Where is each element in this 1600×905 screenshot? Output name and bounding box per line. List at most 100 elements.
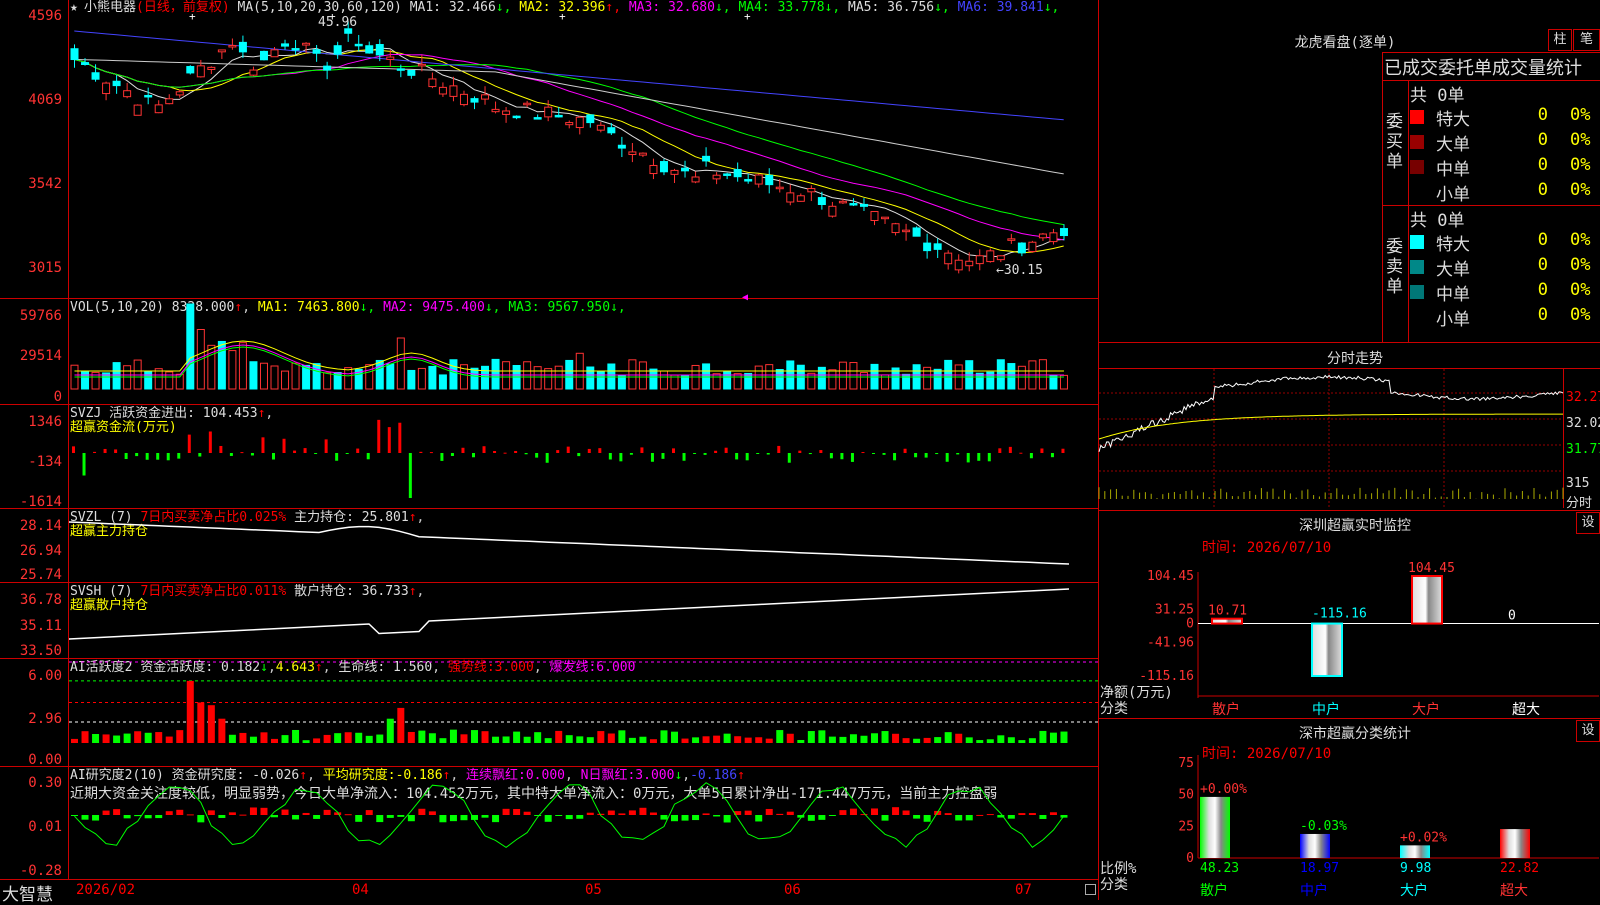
research-bar: [418, 808, 426, 815]
candle-body: [859, 203, 868, 207]
candle-body: [238, 41, 247, 53]
volume-bar: [533, 366, 542, 390]
flow-bar: [598, 448, 602, 453]
active-bar: [1007, 737, 1015, 743]
lhb-title: 龙虎看盘(逐单): [1294, 35, 1396, 51]
research-bar: [544, 815, 552, 822]
flow-bar: [293, 450, 297, 453]
settings-button-2[interactable]: 设: [1576, 720, 1600, 742]
active-bar: [344, 732, 352, 743]
active-bar: [271, 738, 278, 743]
candle-body: [975, 255, 984, 265]
scroll-lock-icon[interactable]: [1085, 884, 1096, 895]
research-bar: [460, 815, 468, 821]
flow-bar: [861, 452, 865, 454]
intraday-chart[interactable]: [1098, 369, 1564, 509]
volume-bar: [291, 362, 300, 390]
research-bar: [628, 810, 636, 815]
order-tabs[interactable]: 已成交委托单成交量统计: [1384, 54, 1582, 80]
research-bar: [765, 808, 773, 815]
ai-research-chart[interactable]: [69, 767, 1098, 879]
candle-body: [438, 86, 447, 95]
volume-bar: [323, 372, 332, 390]
ss-stats-chart[interactable]: 75 50 25 0 +0.00% 48.23 散户 -0.03% 18.97 中户 +0.02% 9…: [1099, 755, 1600, 900]
tick-mode-button[interactable]: 笔: [1573, 29, 1600, 51]
buy-swatch-2: [1410, 135, 1424, 149]
volume-chart[interactable]: [69, 299, 1098, 404]
research-bar: [839, 810, 847, 815]
candle-body: [1028, 241, 1037, 252]
bar-mode-button[interactable]: 柱: [1548, 29, 1572, 51]
active-bar: [197, 702, 205, 743]
ss-bar-4: [1500, 829, 1530, 858]
high-mark: 45.96: [318, 15, 358, 30]
volume-bar: [1049, 375, 1058, 390]
research-bar: [986, 814, 994, 816]
active-bar: [481, 731, 489, 743]
research-bar: [228, 812, 236, 815]
flow-bar: [450, 453, 454, 457]
candle-body: [333, 45, 342, 55]
active-bar: [471, 730, 478, 743]
flow-bar: [503, 452, 507, 454]
svzj-chart[interactable]: [69, 405, 1098, 508]
research-bar: [365, 810, 373, 815]
research-bar: [671, 815, 678, 822]
candle-body: [881, 216, 890, 220]
flow-bar: [103, 448, 107, 453]
buy-count-1: 0: [1537, 105, 1548, 125]
active-bar: [228, 734, 236, 743]
active-bar: [355, 732, 363, 743]
research-bar: [828, 815, 836, 816]
research-bar: [713, 815, 721, 817]
active-bar: [218, 718, 226, 743]
buy-label-1: 特大: [1436, 110, 1470, 130]
timeline-y-4: 315: [1566, 476, 1590, 491]
flow-bar: [377, 419, 381, 453]
active-bar: [534, 732, 542, 743]
ai-active-y-2: 2.96: [28, 711, 62, 727]
active-bar: [144, 732, 152, 743]
active-bar: [713, 735, 721, 743]
svzl-line[interactable]: [68, 509, 1098, 582]
flow-bar: [482, 446, 486, 453]
active-bar: [81, 731, 89, 743]
active-bar: [71, 738, 78, 743]
flow-bar: [619, 453, 623, 462]
flow-bar: [240, 452, 244, 454]
svzj-y-3: -1614: [19, 494, 62, 510]
sz-bar-1: [1211, 617, 1243, 625]
research-bar: [292, 815, 300, 820]
brand-label[interactable]: 大智慧: [2, 880, 53, 905]
sz-monitor-chart[interactable]: 104.4531.250-41.96-115.1610.71散户-115.16中…: [1099, 550, 1600, 720]
active-bar: [871, 733, 878, 743]
research-bar: [249, 807, 257, 815]
ai-research-y-3: -0.28: [19, 863, 62, 879]
sz-y-label-3: 0: [1186, 617, 1194, 632]
research-bar: [618, 813, 626, 815]
candle-body: [196, 65, 205, 78]
flow-bar: [250, 453, 254, 456]
flow-bar: [198, 453, 202, 457]
research-bar: [313, 815, 321, 819]
candle-body: [870, 211, 879, 221]
flow-bar: [114, 449, 118, 453]
candlestick-chart[interactable]: + + + +◀: [69, 0, 1098, 303]
research-bar: [965, 815, 973, 821]
settings-button-1[interactable]: 设: [1576, 512, 1600, 534]
flow-bar: [587, 448, 591, 453]
date-5: 07: [1015, 882, 1032, 898]
research-bar: [523, 811, 531, 815]
active-bar: [776, 730, 784, 743]
svsh-line[interactable]: [68, 583, 1098, 658]
vol-y-2: 29514: [19, 348, 62, 364]
active-bar: [660, 730, 668, 743]
candle-body: [786, 192, 795, 203]
ai-active-chart[interactable]: [69, 659, 1099, 766]
candle-body: [617, 144, 626, 149]
ss-y-label-1: 75: [1178, 756, 1194, 771]
svzj-y-1: 1346: [28, 414, 62, 430]
active-bar: [839, 736, 847, 743]
active-bar: [849, 734, 857, 743]
flow-bar: [924, 453, 928, 458]
